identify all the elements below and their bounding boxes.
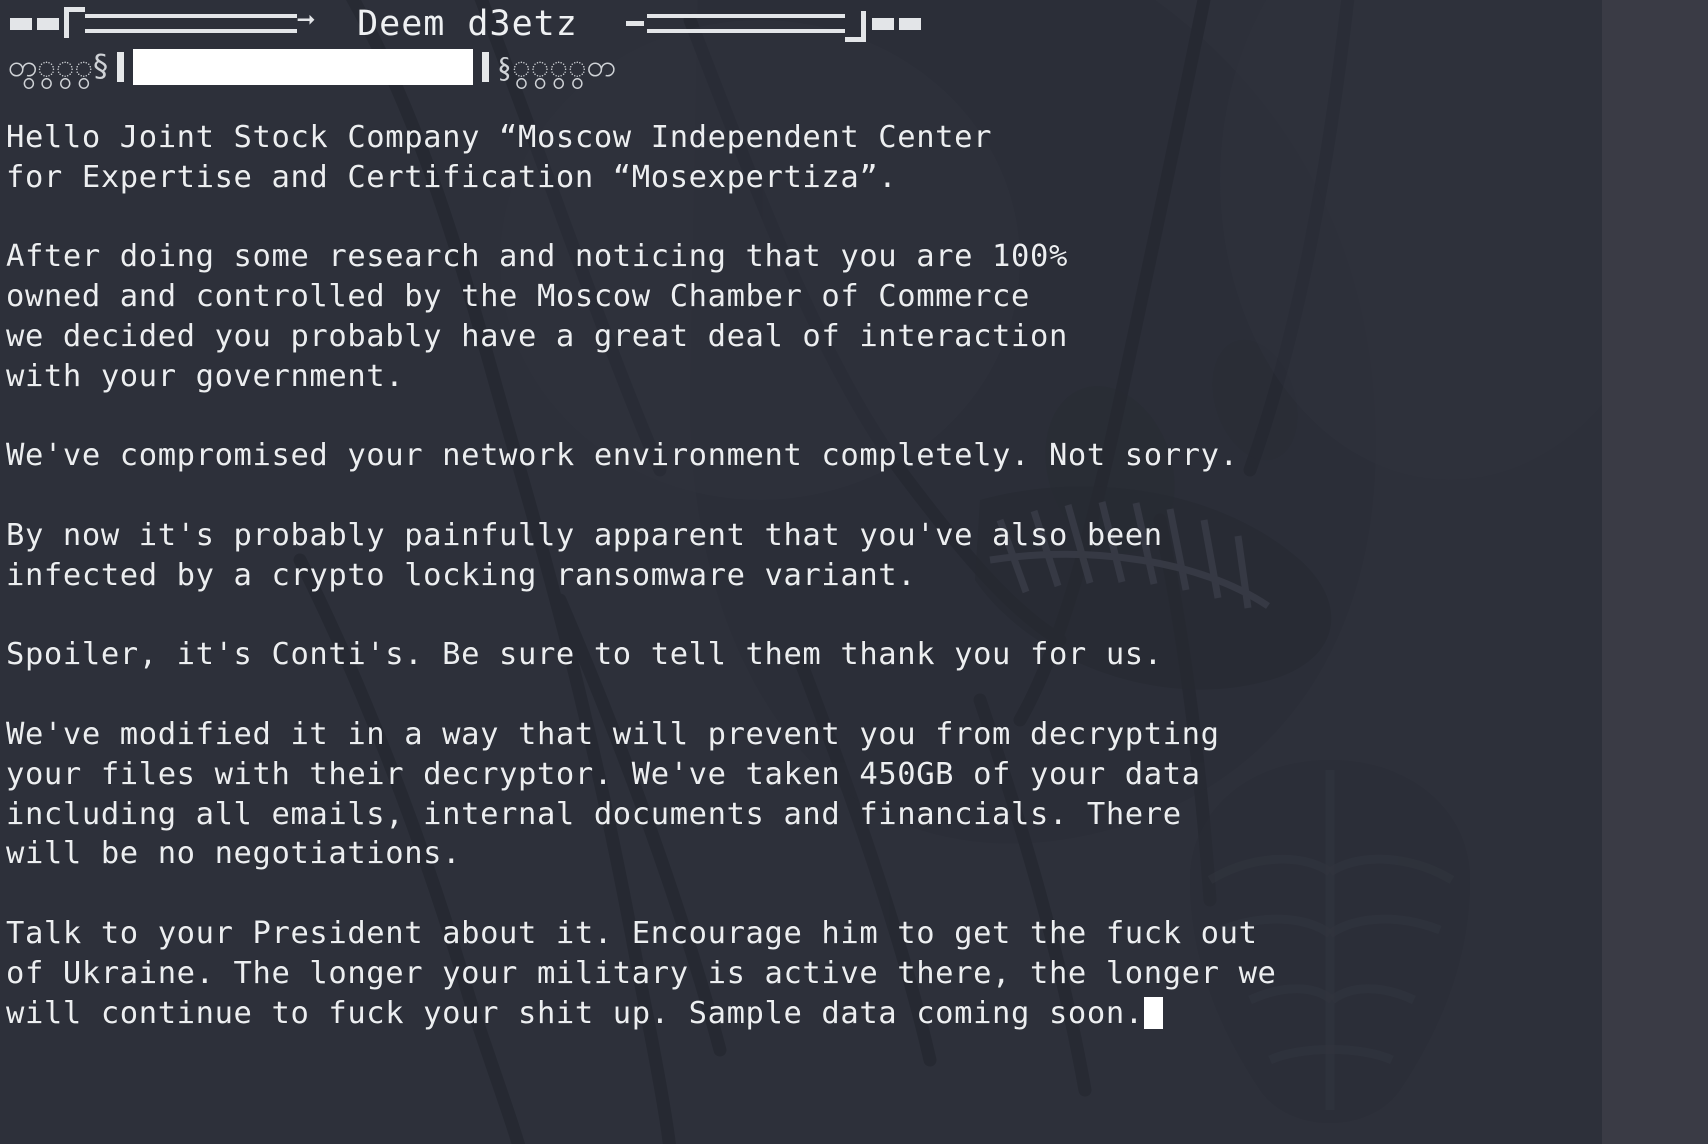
note-line: will be no negotiations. bbox=[6, 836, 462, 872]
header-title-row: ➞ Deem d3etz bbox=[0, 2, 1708, 46]
note-line: Hello Joint Stock Company “Moscow Indepe… bbox=[6, 120, 993, 155]
note-line: including all emails, internal documents… bbox=[6, 796, 1182, 832]
double-rule-icon bbox=[85, 13, 297, 33]
note-blank-line bbox=[6, 397, 1606, 437]
note-line: infected by a crypto locking ransomware … bbox=[6, 557, 917, 593]
note-line: we decided you probably have a great dea… bbox=[6, 318, 1068, 354]
note-line: of Ukraine. The longer your military is … bbox=[6, 955, 1277, 991]
square-block-icon bbox=[871, 18, 894, 30]
block-cursor bbox=[1143, 996, 1163, 1029]
corner-hook-icon bbox=[64, 6, 85, 38]
note-line: will continue to fuck your shit up. Samp… bbox=[6, 994, 1606, 1034]
ransom-note-text: Hello Joint Stock Company “Moscow Indepe… bbox=[6, 118, 1606, 1033]
terminal-screen: ➞ Deem d3etz တွွွွ§ §ွွွွတ Hello Joint S… bbox=[0, 0, 1708, 1144]
note-line: Talk to your President about it. Encoura… bbox=[6, 915, 1258, 951]
dash-tick-icon bbox=[625, 20, 644, 26]
search-input[interactable] bbox=[133, 49, 474, 85]
note-blank-line bbox=[6, 198, 1606, 238]
note-line: Spoiler, it's Conti's. Be sure to tell t… bbox=[6, 637, 1163, 673]
note-line: owned and controlled by the Moscow Chamb… bbox=[6, 279, 1030, 315]
note-line: After doing some research and noticing t… bbox=[6, 239, 1068, 275]
note-blank-line bbox=[6, 596, 1606, 636]
note-line: your files with their decryptor. We've t… bbox=[6, 756, 1201, 792]
note-blank-line bbox=[6, 476, 1606, 516]
note-blank-line bbox=[6, 675, 1606, 715]
arrow-right-icon: ➞ bbox=[297, 3, 316, 38]
note-line: for Expertise and Certification “Mosexpe… bbox=[6, 159, 898, 195]
note-blank-line bbox=[6, 874, 1606, 914]
double-rule-icon bbox=[646, 13, 845, 33]
pipe-separator-icon bbox=[117, 52, 125, 82]
header-input-row: တွွွွ§ §ွွွွတ bbox=[8, 44, 616, 90]
header-left-decoration: ➞ bbox=[0, 3, 316, 40]
note-line: We've modified it in a way that will pre… bbox=[6, 716, 1220, 752]
page-title: Deem d3etz bbox=[357, 4, 578, 44]
note-line: with your government. bbox=[6, 358, 405, 394]
note-line: By now it's probably painfully apparent … bbox=[6, 517, 1163, 553]
right-ornament-glyphs: §ွွွွတ bbox=[498, 49, 616, 84]
pipe-separator-icon bbox=[482, 52, 490, 82]
left-ornament-glyphs: တွွွွ§ bbox=[8, 49, 109, 84]
square-block-icon bbox=[10, 18, 32, 30]
square-block-icon bbox=[898, 18, 921, 30]
header-right-decoration bbox=[625, 9, 926, 42]
square-block-icon bbox=[37, 18, 59, 30]
note-line: We've compromised your network environme… bbox=[6, 438, 1239, 474]
corner-hook-icon bbox=[844, 10, 866, 42]
right-gutter-strip bbox=[1602, 0, 1708, 1144]
